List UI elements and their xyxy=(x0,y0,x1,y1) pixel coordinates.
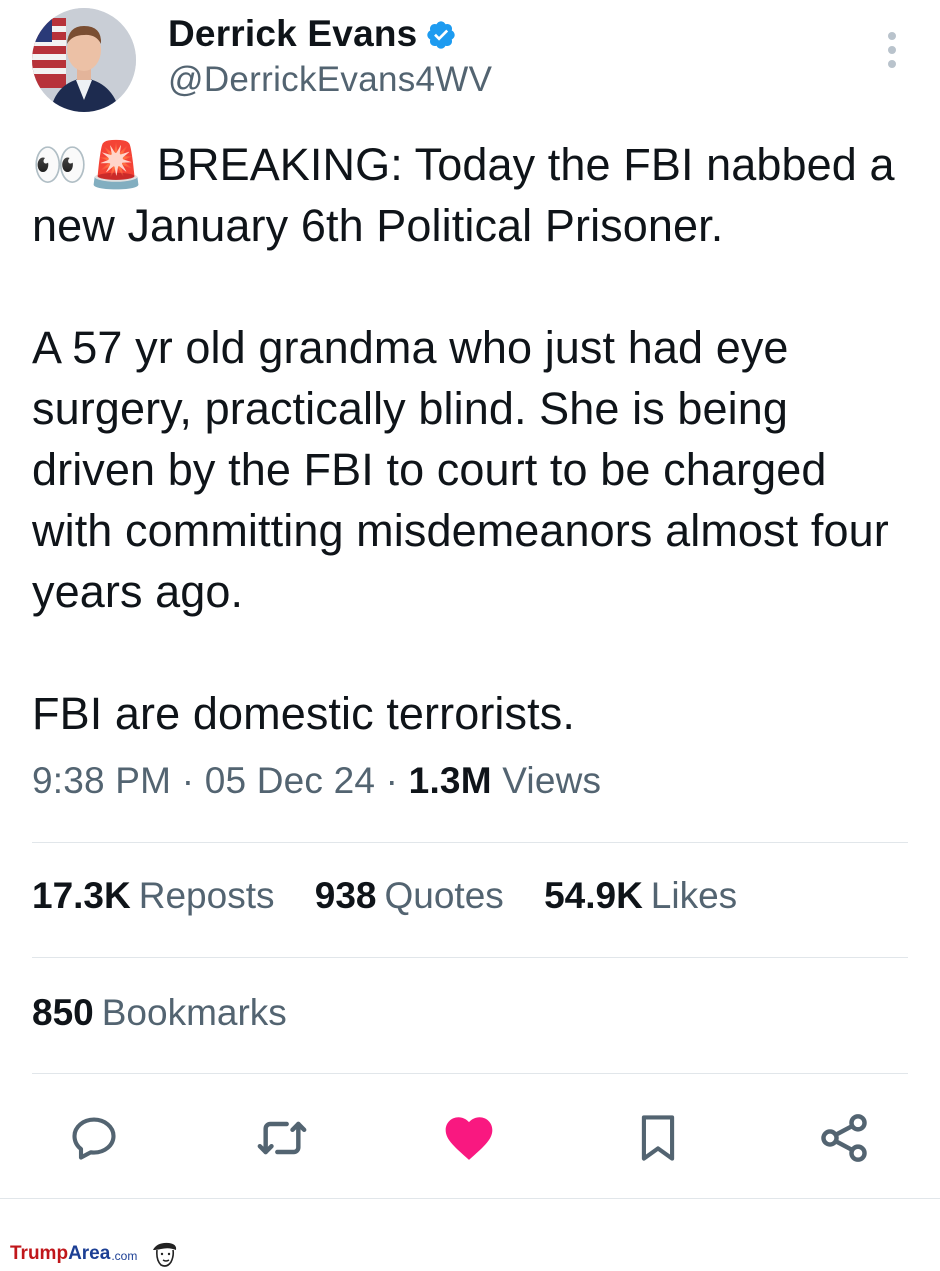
caricature-logo-icon xyxy=(153,1242,177,1267)
share-icon xyxy=(821,1114,867,1162)
action-bar xyxy=(0,1102,940,1172)
likes-stat[interactable]: 54.9K Likes xyxy=(544,875,737,917)
display-name[interactable]: Derrick Evans xyxy=(168,13,417,55)
bookmarks-count: 850 xyxy=(32,992,94,1033)
reposts-stat[interactable]: 17.3K Reposts xyxy=(32,875,274,917)
quotes-count: 938 xyxy=(314,875,377,916)
reposts-count: 17.3K xyxy=(32,875,131,916)
watermark-text: .com xyxy=(111,1249,138,1263)
likes-label: Likes xyxy=(650,875,738,916)
reply-button[interactable] xyxy=(66,1110,122,1166)
watermark-text: Area xyxy=(68,1243,111,1264)
repost-button[interactable] xyxy=(254,1110,310,1166)
views-count: 1.3M xyxy=(408,760,492,801)
user-handle[interactable]: @DerrickEvans4WV xyxy=(168,60,492,100)
bookmark-icon xyxy=(641,1115,675,1161)
quotes-stat[interactable]: 938 Quotes xyxy=(315,875,504,917)
reposts-label: Reposts xyxy=(138,875,275,916)
bookmark-button[interactable] xyxy=(630,1110,686,1166)
reply-icon xyxy=(72,1117,116,1160)
divider xyxy=(32,957,908,958)
tweet-time[interactable]: 9:38 PM xyxy=(32,760,171,801)
divider xyxy=(0,1198,940,1199)
repost-icon xyxy=(257,1121,307,1155)
verified-badge-icon xyxy=(427,21,456,49)
divider xyxy=(32,842,908,843)
engagement-stats: 17.3K Reposts 938 Quotes 54.9K Likes xyxy=(32,875,767,917)
divider xyxy=(32,1073,908,1074)
tweet-header: Derrick Evans @DerrickEvans4WV xyxy=(32,8,908,112)
tweet-text: 👀🚨 BREAKING: Today the FBI nabbed a new … xyxy=(32,139,895,739)
like-button[interactable] xyxy=(441,1110,497,1166)
more-options-icon[interactable] xyxy=(886,30,898,70)
tweet-metadata: 9:38 PM · 05 Dec 24 · 1.3M Views xyxy=(32,760,601,802)
site-watermark: Trump Area .com xyxy=(10,1240,179,1268)
views-label: Views xyxy=(502,760,602,801)
bookmarks-label: Bookmarks xyxy=(101,992,287,1033)
avatar[interactable] xyxy=(32,8,136,112)
like-icon xyxy=(445,1117,493,1160)
meta-separator: · xyxy=(181,760,205,801)
watermark-text: Trump xyxy=(10,1243,69,1264)
meta-separator: · xyxy=(385,760,409,801)
likes-count: 54.9K xyxy=(544,875,643,916)
quotes-label: Quotes xyxy=(384,875,504,916)
share-button[interactable] xyxy=(816,1110,872,1166)
bookmarks-stat[interactable]: 850 Bookmarks xyxy=(32,992,287,1034)
tweet-date[interactable]: 05 Dec 24 xyxy=(205,760,375,801)
avatar-photo-icon xyxy=(32,8,136,112)
